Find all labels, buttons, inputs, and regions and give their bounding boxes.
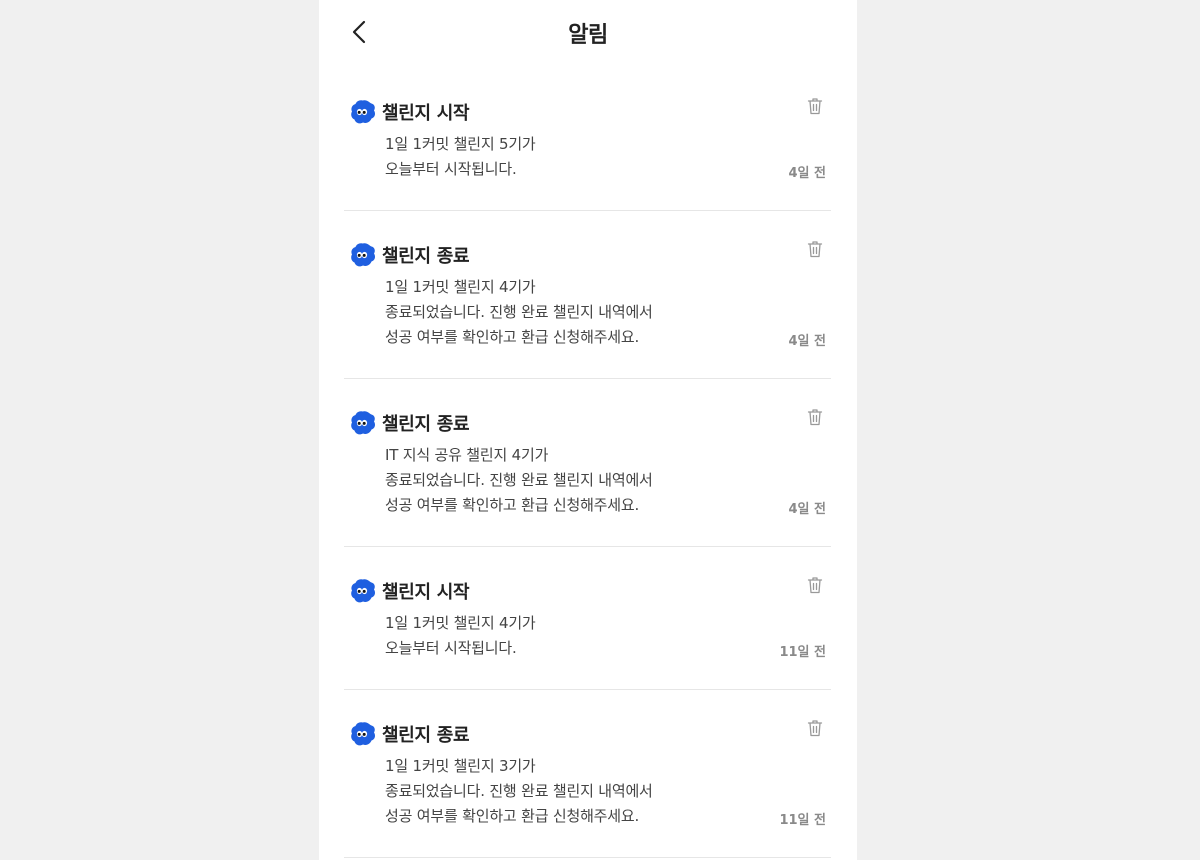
notification-body: IT 지식 공유 챌린지 4기가종료되었습니다. 진행 완료 챌린지 내역에서성… bbox=[344, 437, 831, 518]
notification-line: 성공 여부를 확인하고 환급 신청해주세요. bbox=[385, 496, 640, 514]
notification-item[interactable]: 챌린지 종료 IT 지식 공유 챌린지 4기가 종료되었습니다. 진행 완료 챌린지… bbox=[344, 379, 831, 547]
notification-item[interactable]: 챌린지 시작 1일 1커밋 챌린지 5기가 오늘부터 시작됩니다. 4일 전 bbox=[344, 68, 831, 211]
blob-character-icon bbox=[349, 241, 377, 269]
notification-line: 1일 1커밋 챌린지 3기가 bbox=[385, 757, 536, 775]
notification-line: 성공 여부를 확인하고 환급 신청해주세요. bbox=[385, 807, 640, 825]
notification-line: 오늘부터 시작됩니다. bbox=[385, 160, 517, 178]
notification-header: 챌린지 시작 bbox=[344, 98, 831, 126]
trash-icon[interactable] bbox=[807, 576, 823, 594]
notification-line: 1일 1커밋 챌린지 4기가 bbox=[385, 278, 536, 296]
page-title: 알림 bbox=[568, 23, 608, 48]
notification-item[interactable]: 챌린지 종료 1일 1커밋 챌린지 4기가 종료되었습니다. 진행 완료 챌린지 내… bbox=[344, 211, 831, 379]
notification-line: 종료되었습니다. 진행 완료 챌린지 내역에서 bbox=[385, 471, 653, 489]
notification-title: 챌린지 종료 bbox=[382, 725, 470, 746]
notification-title: 챌린지 시작 bbox=[382, 582, 470, 603]
notification-time: 4일 전 bbox=[788, 166, 827, 181]
notification-line: 1일 1커밋 챌린지 5기가 bbox=[385, 135, 536, 153]
chevron-left-icon bbox=[352, 20, 366, 44]
notification-line: 성공 여부를 확인하고 환급 신청해주세요. bbox=[385, 328, 640, 346]
app-header: 알림 bbox=[319, 0, 857, 68]
trash-icon[interactable] bbox=[807, 719, 823, 737]
back-button[interactable] bbox=[347, 18, 371, 46]
notification-title: 챌린지 종료 bbox=[382, 246, 470, 267]
blob-character-icon bbox=[349, 720, 377, 748]
notification-body: 1일 1커밋 챌린지 5기가오늘부터 시작됩니다. bbox=[344, 126, 831, 182]
notification-header: 챌린지 종료 bbox=[344, 241, 831, 269]
notification-body: 1일 1커밋 챌린지 3기가종료되었습니다. 진행 완료 챌린지 내역에서성공 … bbox=[344, 748, 831, 829]
notification-line: 종료되었습니다. 진행 완료 챌린지 내역에서 bbox=[385, 303, 653, 321]
blob-character-icon bbox=[349, 409, 377, 437]
notification-body: 1일 1커밋 챌린지 4기가종료되었습니다. 진행 완료 챌린지 내역에서성공 … bbox=[344, 269, 831, 350]
trash-icon[interactable] bbox=[807, 97, 823, 115]
notification-header: 챌린지 종료 bbox=[344, 720, 831, 748]
notification-time: 11일 전 bbox=[779, 813, 826, 828]
notification-line: 오늘부터 시작됩니다. bbox=[385, 639, 517, 657]
notification-header: 챌린지 종료 bbox=[344, 409, 831, 437]
notification-list: 챌린지 시작 1일 1커밋 챌린지 5기가 오늘부터 시작됩니다. 4일 전 챌린지 종… bbox=[319, 68, 857, 858]
notification-item[interactable]: 챌린지 시작 1일 1커밋 챌린지 4기가 오늘부터 시작됩니다. 11일 전 bbox=[344, 547, 831, 690]
trash-icon[interactable] bbox=[807, 408, 823, 426]
notification-header: 챌린지 시작 bbox=[344, 577, 831, 605]
notification-time: 11일 전 bbox=[779, 645, 826, 660]
notification-item[interactable]: 챌린지 종료 1일 1커밋 챌린지 3기가 종료되었습니다. 진행 완료 챌린지 내… bbox=[344, 690, 831, 858]
notification-body: 1일 1커밋 챌린지 4기가오늘부터 시작됩니다. bbox=[344, 605, 831, 661]
trash-icon[interactable] bbox=[807, 240, 823, 258]
notification-line: IT 지식 공유 챌린지 4기가 bbox=[385, 446, 549, 464]
notification-title: 챌린지 종료 bbox=[382, 414, 470, 435]
notification-time: 4일 전 bbox=[788, 502, 827, 517]
notification-line: 종료되었습니다. 진행 완료 챌린지 내역에서 bbox=[385, 782, 653, 800]
notification-time: 4일 전 bbox=[788, 334, 827, 349]
blob-character-icon bbox=[349, 98, 377, 126]
blob-character-icon bbox=[349, 577, 377, 605]
notification-screen: 알림 챌린지 시작 1일 1커밋 챌린지 5기가 오늘부터 시작됩니다. 4일 전 챌린… bbox=[319, 0, 857, 860]
notification-line: 1일 1커밋 챌린지 4기가 bbox=[385, 614, 536, 632]
notification-title: 챌린지 시작 bbox=[382, 103, 470, 124]
